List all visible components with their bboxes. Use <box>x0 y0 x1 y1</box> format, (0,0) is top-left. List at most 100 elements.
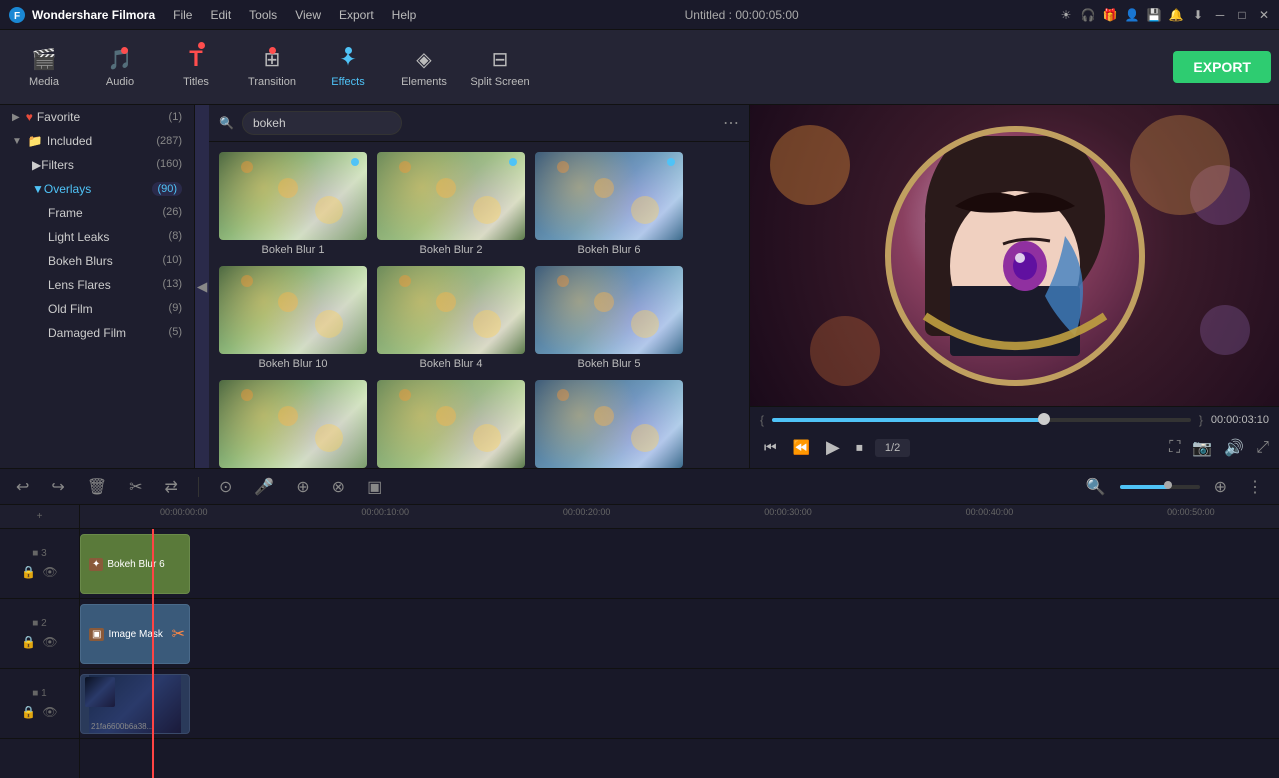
menu-edit[interactable]: Edit <box>202 6 239 24</box>
playback-speed[interactable]: 1/2 <box>875 439 910 457</box>
effect-card-8[interactable]: Bokeh Blur 9 <box>535 380 683 468</box>
search-input[interactable] <box>242 111 402 135</box>
effect-card-5[interactable]: Bokeh Blur 5 <box>535 266 683 370</box>
sun-icon[interactable]: ☀ <box>1059 8 1073 22</box>
redo-tool[interactable]: ↪ <box>45 473 70 501</box>
adjust-tool[interactable]: ⇄ <box>159 473 184 501</box>
menu-bar: File Edit Tools View Export Help <box>165 6 424 24</box>
clip-video[interactable]: 21fa6600b6a38... <box>80 674 190 734</box>
lensflares-count: (13) <box>162 278 182 292</box>
menu-export[interactable]: Export <box>331 6 382 24</box>
menu-file[interactable]: File <box>165 6 200 24</box>
track2-lock-icon[interactable]: 🔒 <box>21 635 36 649</box>
progress-thumb[interactable] <box>1038 413 1050 425</box>
zoom-thumb[interactable] <box>1164 481 1172 489</box>
headphone-icon[interactable]: 🎧 <box>1081 8 1095 22</box>
fullscreen-icon[interactable]: ⛶ <box>1169 439 1180 457</box>
transport-controls-area: { } 00:00:03:10 ⏮ ⏪ ▶ ⏹ 1/2 ⛶ 📷 🔊 ⤢ <box>750 406 1279 468</box>
track1-eye-icon[interactable]: 👁 <box>42 705 57 719</box>
preview-canvas <box>750 105 1279 406</box>
download-icon[interactable]: ⬇ <box>1191 8 1205 22</box>
bell-icon[interactable]: 🔔 <box>1169 8 1183 22</box>
person-icon[interactable]: 👤 <box>1125 8 1139 22</box>
panel-subrow-damagedfilm[interactable]: Damaged Film (5) <box>0 321 194 345</box>
panel-row-favorite[interactable]: ▶ ♥ Favorite (1) <box>0 105 194 129</box>
effect-card-2[interactable]: Bokeh Blur 6 <box>535 152 683 256</box>
minimize-button[interactable]: ─ <box>1213 8 1227 22</box>
effects-panel: ▶ ♥ Favorite (1) ▼ 📁 Included (287) ▶ Fi… <box>0 105 195 468</box>
panel-subrow-lightleaks[interactable]: Light Leaks (8) <box>0 225 194 249</box>
snapshot-icon[interactable]: 📷 <box>1192 438 1212 458</box>
track-header-3: ■ 3 🔒 👁 <box>0 529 79 599</box>
menu-help[interactable]: Help <box>384 6 425 24</box>
pip-tool[interactable]: ▣ <box>361 473 388 501</box>
cut-tool[interactable]: ✂ <box>123 473 148 501</box>
clip-image-mask[interactable]: ▣ Image Mask ✂ <box>80 604 190 664</box>
effect-card-0[interactable]: Bokeh Blur 1 <box>219 152 367 256</box>
zoom-track[interactable] <box>1120 485 1200 489</box>
effect-card-6[interactable]: Bokeh Blur 7 <box>219 380 367 468</box>
panel-subrow-filters[interactable]: ▶ Filters (160) <box>0 153 194 177</box>
grid-toggle-button[interactable]: ⋯ <box>723 113 739 133</box>
panel-subrow-overlays[interactable]: ▼ Overlays (90) <box>0 177 194 201</box>
effect-card-4[interactable]: Bokeh Blur 4 <box>377 266 525 370</box>
video-clip-label: 21fa6600b6a38... <box>85 722 153 731</box>
effect-card-7[interactable]: Bokeh Blur 8 <box>377 380 525 468</box>
stop-button[interactable]: ⏹ <box>852 435 867 460</box>
close-button[interactable]: ✕ <box>1257 8 1271 22</box>
panel-collapse-button[interactable]: ◀ <box>195 105 209 468</box>
panel-subrow-oldfilm[interactable]: Old Film (9) <box>0 297 194 321</box>
track1-lock-icon[interactable]: 🔒 <box>21 705 36 719</box>
maximize-button[interactable]: □ <box>1235 8 1249 22</box>
audio-tool[interactable]: 🎤 <box>248 473 280 501</box>
effects-label: Effects <box>331 76 364 88</box>
volume-icon[interactable]: 🔊 <box>1224 438 1244 458</box>
zoom-out-icon[interactable]: 🔍 <box>1080 473 1112 501</box>
toolbar-media[interactable]: 🎬 Media <box>8 35 80 100</box>
track-3-icons: 🔒 👁 <box>21 565 57 579</box>
toolbar-audio[interactable]: 🎵 Audio <box>84 35 156 100</box>
panel-row-included[interactable]: ▼ 📁 Included (287) <box>0 129 194 153</box>
transition-icon: ⊞ <box>264 47 281 72</box>
toolbar: 🎬 Media 🎵 Audio T Titles ⊞ Transition ✦ … <box>0 30 1279 105</box>
export-button[interactable]: EXPORT <box>1173 51 1271 83</box>
included-count: (287) <box>156 135 182 147</box>
track3-lock-icon[interactable]: 🔒 <box>21 565 36 579</box>
playhead[interactable] <box>152 529 154 778</box>
track2-eye-icon[interactable]: 👁 <box>42 635 57 649</box>
panel-subrow-bokehblurs[interactable]: Bokeh Blurs (10) <box>0 249 194 273</box>
gift-icon[interactable]: 🎁 <box>1103 8 1117 22</box>
delete-tool[interactable]: 🗑 <box>81 473 113 501</box>
track-2-icons: 🔒 👁 <box>21 635 57 649</box>
zoom-in-icon[interactable]: ⊕ <box>1208 473 1233 501</box>
anime-character <box>885 126 1145 386</box>
effect-card-3[interactable]: Bokeh Blur 10 <box>219 266 367 370</box>
toolbar-effects[interactable]: ✦ Effects <box>312 35 384 100</box>
snap-tool[interactable]: ⊙ <box>213 473 238 501</box>
save-icon[interactable]: 💾 <box>1147 8 1161 22</box>
overlays-label: Overlays <box>44 182 153 196</box>
damagedfilm-count: (5) <box>169 326 182 340</box>
marker-tool[interactable]: ⊗ <box>326 473 351 501</box>
filters-label: Filters <box>41 158 156 172</box>
toolbar-splitscreen[interactable]: ⊟ Split Screen <box>464 35 536 100</box>
toolbar-transition[interactable]: ⊞ Transition <box>236 35 308 100</box>
panel-subrow-lensflares[interactable]: Lens Flares (13) <box>0 273 194 297</box>
menu-view[interactable]: View <box>287 6 329 24</box>
clip-bokeh-blur-6[interactable]: ✦ Bokeh Blur 6 <box>80 534 190 594</box>
effect-card-1[interactable]: Bokeh Blur 2 <box>377 152 525 256</box>
play-button[interactable]: ▶ <box>822 433 844 462</box>
expand-icon[interactable]: ⤢ <box>1256 439 1269 457</box>
frame-back-button[interactable]: ⏪ <box>789 435 814 460</box>
menu-tools[interactable]: Tools <box>241 6 285 24</box>
undo-tool[interactable]: ↩ <box>10 473 35 501</box>
toolbar-elements[interactable]: ◈ Elements <box>388 35 460 100</box>
track3-eye-icon[interactable]: 👁 <box>42 565 57 579</box>
toolbar-titles[interactable]: T Titles <box>160 35 232 100</box>
panel-subrow-frame[interactable]: Frame (26) <box>0 201 194 225</box>
oldfilm-count: (9) <box>169 302 182 316</box>
progress-track[interactable] <box>772 418 1191 422</box>
timeline-settings-icon[interactable]: ⋮ <box>1241 473 1269 501</box>
skip-back-button[interactable]: ⏮ <box>760 435 781 460</box>
record-tool[interactable]: ⊕ <box>290 473 315 501</box>
